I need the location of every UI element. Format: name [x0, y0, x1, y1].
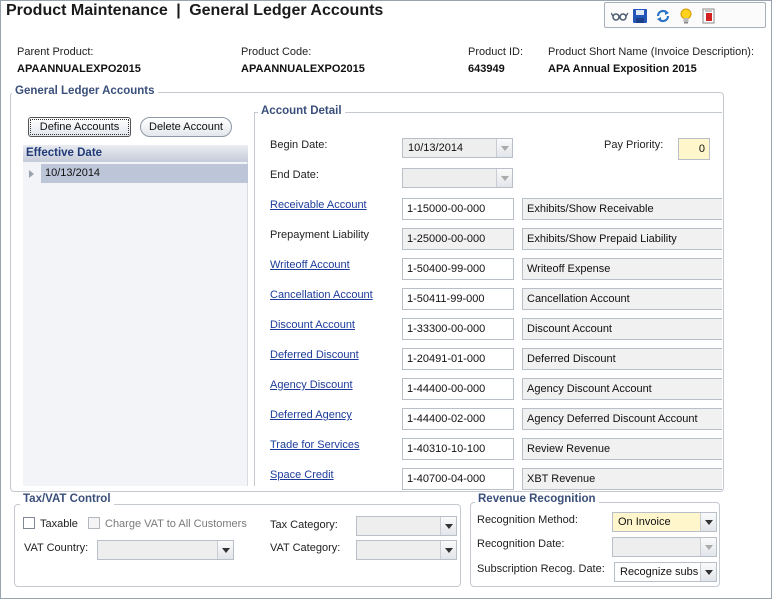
charge-vat-checkbox[interactable] [88, 517, 100, 529]
chevron-down-icon[interactable] [217, 541, 233, 559]
account-label-8[interactable]: Trade for Services [270, 439, 359, 451]
define-accounts-button[interactable]: Define Accounts [28, 117, 131, 137]
product-id-value: 643949 [468, 63, 505, 75]
account-label-0[interactable]: Receivable Account [270, 199, 367, 211]
account-code-input-5[interactable]: 1-20491-01-000 [402, 348, 514, 370]
account-description-8: Review Revenue [522, 438, 722, 460]
account-code-input-4[interactable]: 1-33300-00-000 [402, 318, 514, 340]
chevron-down-icon[interactable] [440, 541, 456, 559]
account-code-input-8[interactable]: 1-40310-10-100 [402, 438, 514, 460]
tax-category-select[interactable] [356, 516, 457, 536]
short-name-value: APA Annual Exposition 2015 [548, 63, 697, 75]
product-code-value: APAANNUALEXPO2015 [241, 63, 365, 75]
account-description-3: Cancellation Account [522, 288, 722, 310]
recognition-date-picker[interactable] [612, 537, 717, 557]
gl-accounts-legend: General Ledger Accounts [12, 85, 158, 97]
account-code-input-9[interactable]: 1-40700-04-000 [402, 468, 514, 490]
account-label-3[interactable]: Cancellation Account [270, 289, 373, 301]
page-title: Product Maintenance | General Ledger Acc… [6, 2, 383, 20]
recognition-method-value: On Invoice [618, 516, 671, 528]
charge-vat-label: Charge VAT to All Customers [105, 518, 247, 530]
begin-date-picker[interactable]: 10/13/2014 [402, 138, 513, 158]
vat-category-label: VAT Category: [270, 542, 341, 554]
expand-arrow-icon[interactable] [29, 170, 34, 178]
account-code-input-1[interactable]: 1-25000-00-000 [402, 228, 514, 250]
pay-priority-input[interactable]: 0 [678, 138, 710, 160]
chevron-down-icon[interactable] [440, 517, 456, 535]
account-label-6[interactable]: Agency Discount [270, 379, 353, 391]
chevron-down-icon[interactable] [496, 139, 512, 157]
tree-header: Effective Date [23, 145, 248, 162]
account-detail-legend: Account Detail [258, 105, 345, 117]
account-label-2[interactable]: Writeoff Account [270, 259, 350, 271]
account-description-0: Exhibits/Show Receivable [522, 198, 722, 220]
account-label-1: Prepayment Liability [270, 229, 370, 241]
parent-product-label: Parent Product: [17, 46, 94, 58]
account-code-input-2[interactable]: 1-50400-99-000 [402, 258, 514, 280]
account-description-5: Deferred Discount [522, 348, 722, 370]
end-date-picker[interactable] [402, 168, 513, 188]
report-icon[interactable] [700, 7, 718, 25]
tax-category-label: Tax Category: [270, 519, 338, 531]
end-date-label: End Date: [270, 169, 319, 181]
revenue-recognition-legend: Revenue Recognition [475, 493, 599, 505]
account-description-6: Agency Discount Account [522, 378, 722, 400]
pay-priority-label: Pay Priority: [604, 139, 664, 151]
toolbar [604, 2, 766, 28]
chevron-down-icon[interactable] [700, 513, 716, 531]
account-description-2: Writeoff Expense [522, 258, 722, 280]
begin-date-label: Begin Date: [270, 139, 328, 151]
title-sub: General Ledger Accounts [189, 2, 384, 19]
tree-row-effective-date[interactable]: 10/13/2014 [41, 164, 248, 183]
lightbulb-icon[interactable] [677, 7, 695, 25]
vat-country-label: VAT Country: [24, 542, 89, 554]
title-main: Product Maintenance [6, 2, 168, 19]
recognition-date-label: Recognition Date: [477, 538, 565, 550]
parent-product-value: APAANNUALEXPO2015 [17, 63, 141, 75]
product-code-label: Product Code: [241, 46, 312, 58]
account-code-input-0[interactable]: 1-15000-00-000 [402, 198, 514, 220]
begin-date-value: 10/13/2014 [408, 142, 464, 154]
save-icon[interactable] [631, 7, 649, 25]
recognition-method-select[interactable]: On Invoice [612, 512, 717, 532]
account-description-7: Agency Deferred Discount Account [522, 408, 722, 430]
subscription-recog-select[interactable]: Recognize subs [614, 562, 717, 582]
short-name-label: Product Short Name (Invoice Description)… [548, 46, 755, 58]
chevron-down-icon[interactable] [700, 563, 716, 581]
account-label-4[interactable]: Discount Account [270, 319, 355, 331]
chevron-down-icon[interactable] [496, 169, 512, 187]
chevron-down-icon[interactable] [700, 538, 716, 556]
vat-category-select[interactable] [356, 540, 457, 560]
tax-vat-legend: Tax/VAT Control [20, 493, 114, 505]
account-label-9[interactable]: Space Credit [270, 469, 334, 481]
subscription-recog-value: Recognize subs [620, 566, 699, 578]
delete-account-button[interactable]: Delete Account [140, 117, 232, 137]
title-separator: | [176, 2, 181, 19]
refresh-icon[interactable] [654, 7, 672, 25]
product-id-label: Product ID: [468, 46, 524, 58]
account-description-9: XBT Revenue [522, 468, 722, 490]
account-description-4: Discount Account [522, 318, 722, 340]
account-label-7[interactable]: Deferred Agency [270, 409, 352, 421]
account-code-input-7[interactable]: 1-44400-02-000 [402, 408, 514, 430]
subscription-recog-label: Subscription Recog. Date: [477, 563, 605, 575]
vat-country-select[interactable] [97, 540, 234, 560]
taxable-checkbox[interactable] [23, 517, 35, 529]
account-code-input-6[interactable]: 1-44400-00-000 [402, 378, 514, 400]
effective-date-tree: Effective Date 10/13/2014 [23, 145, 248, 486]
account-code-input-3[interactable]: 1-50411-99-000 [402, 288, 514, 310]
account-label-5[interactable]: Deferred Discount [270, 349, 359, 361]
account-description-1: Exhibits/Show Prepaid Liability [522, 228, 722, 250]
taxable-label: Taxable [40, 518, 78, 530]
glasses-icon[interactable] [611, 7, 629, 25]
recognition-method-label: Recognition Method: [477, 514, 578, 526]
